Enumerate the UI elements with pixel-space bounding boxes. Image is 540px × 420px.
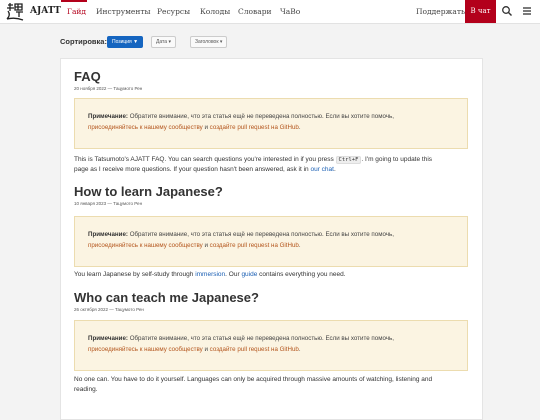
section-title-faq: FAQ	[74, 69, 101, 84]
section-title-how-to-learn: How to learn Japanese?	[74, 184, 223, 199]
brand-name[interactable]: AJATT	[30, 6, 61, 16]
section-meta: 20 ноября 2022 — Тацумото Рен	[74, 86, 143, 91]
nav-item-dictionaries[interactable]: Словари	[238, 7, 272, 16]
guide-link[interactable]: guide	[241, 271, 257, 278]
translation-note: Примечание: Обратите внимание, что эта с…	[74, 216, 468, 267]
join-community-link[interactable]: присоединяйтесь к нашему сообществу	[88, 346, 203, 353]
nav-item-guide[interactable]: Гайд	[67, 7, 86, 16]
translation-note: Примечание: Обратите внимание, что эта с…	[74, 98, 468, 149]
note-line: присоединяйтесь к нашему сообществу и со…	[88, 346, 301, 353]
translation-note: Примечание: Обратите внимание, что эта с…	[74, 320, 468, 371]
nav-item-faq[interactable]: ЧаВо	[280, 7, 300, 16]
sort-date-button[interactable]: Дата ▾	[151, 36, 176, 48]
nav-item-decks[interactable]: Колоды	[200, 7, 230, 16]
menu-icon[interactable]	[521, 5, 533, 17]
github-pr-link[interactable]: создайте pull request на GitHub	[210, 346, 299, 353]
logo-icon[interactable]	[5, 2, 25, 21]
section-meta: 10 января 2023 — Тацумото Рен	[74, 201, 143, 206]
nav-item-tools[interactable]: Инструменты	[96, 7, 151, 16]
content-card: FAQ 20 ноября 2022 — Тацумото Рен Примеч…	[60, 58, 483, 420]
top-nav: AJATT Гайд Инструменты Ресурсы Колоды Сл…	[0, 0, 540, 24]
paragraph: No one can. You have to do it yourself. …	[74, 376, 433, 393]
immersion-link[interactable]: immersion	[195, 271, 225, 278]
note-line: Примечание: Обратите внимание, что эта с…	[88, 113, 394, 120]
note-line: присоединяйтесь к нашему сообществу и со…	[88, 242, 301, 249]
ctrl-f-key: Ctrl+F	[335, 156, 362, 164]
sort-label: Сортировка:	[60, 37, 107, 46]
active-tab-indicator	[61, 0, 87, 2]
search-icon[interactable]	[501, 5, 513, 17]
section-title-who-can-teach: Who can teach me Japanese?	[74, 290, 259, 305]
section-meta: 26 октября 2022 — Тацумото Рен	[74, 307, 144, 312]
note-line: присоединяйтесь к нашему сообществу и со…	[88, 124, 301, 131]
github-pr-link[interactable]: создайте pull request на GitHub	[210, 124, 299, 131]
note-line: Примечание: Обратите внимание, что эта с…	[88, 231, 394, 238]
nav-item-resources[interactable]: Ресурсы	[157, 7, 190, 16]
sort-position-button[interactable]: Позиция ▼	[107, 36, 144, 48]
note-line: Примечание: Обратите внимание, что эта с…	[88, 335, 394, 342]
sort-title-button[interactable]: Заголовок ▾	[190, 36, 228, 48]
paragraph: This is Tatsumoto's AJATT FAQ. You can s…	[74, 156, 433, 173]
support-link[interactable]: Поддержать	[416, 7, 465, 16]
join-community-link[interactable]: присоединяйтесь к нашему сообществу	[88, 124, 203, 131]
join-community-link[interactable]: присоединяйтесь к нашему сообществу	[88, 242, 203, 249]
our-chat-link[interactable]: our chat	[310, 166, 334, 173]
paragraph: You learn Japanese by self-study through…	[74, 271, 346, 278]
github-pr-link[interactable]: создайте pull request на GitHub	[210, 242, 299, 249]
chat-button[interactable]: В чат	[465, 0, 496, 23]
